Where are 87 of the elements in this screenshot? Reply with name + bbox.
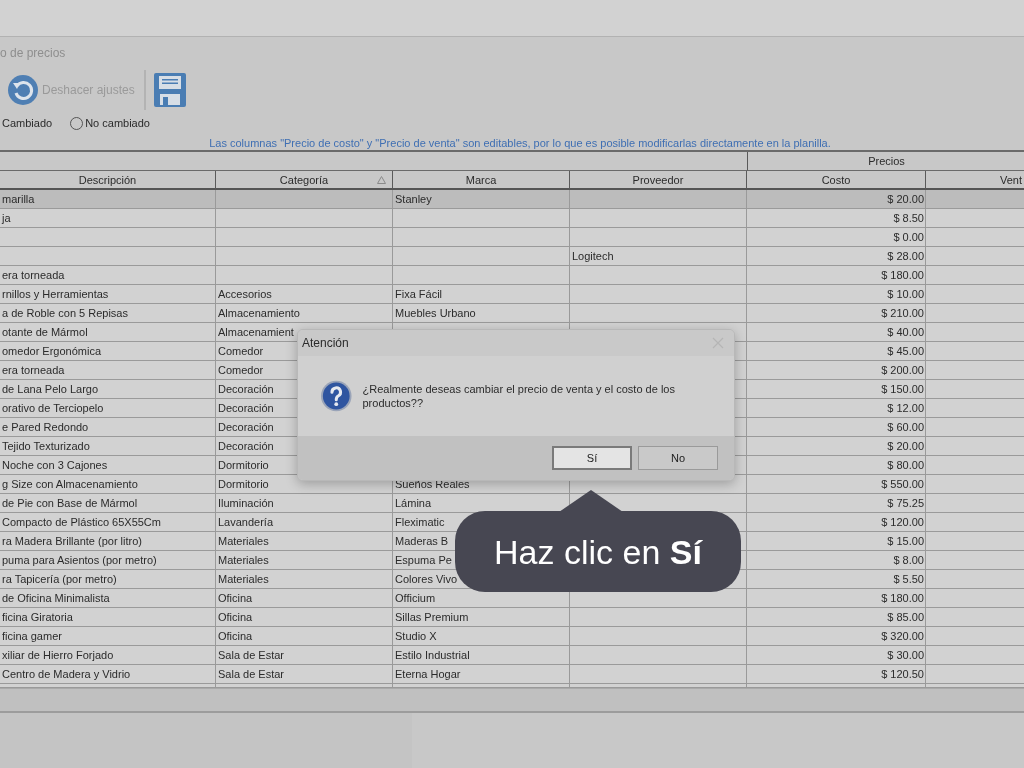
table-cell: Materiales [218, 573, 269, 585]
table-cell: g Size con Almacenamiento [2, 478, 138, 490]
table-cell: ra Madera Brillante (por litro) [2, 535, 142, 547]
table-cell: $ 12.00 [887, 402, 924, 414]
table-cell: $ 20.00 [887, 440, 924, 452]
table-cell: $ 45.00 [887, 345, 924, 357]
table-cell: $ 120.50 [881, 668, 924, 680]
table-cell: Lavandería [218, 516, 274, 528]
table-cell: Materiales [218, 535, 269, 547]
table-cell: Decoración [218, 383, 274, 395]
table-cell: $ 28.00 [887, 250, 924, 262]
table-cell: Lámina [395, 497, 432, 509]
table-cell: $ 8.50 [893, 212, 924, 224]
table-cell: Comedor [218, 345, 264, 357]
table-cell: Oficina [218, 592, 253, 604]
table-cell: Decoración [218, 402, 274, 414]
table-cell: $ 60.00 [887, 421, 924, 433]
table-cell: omedor Ergonómica [2, 345, 102, 357]
table-cell: $ 20.00 [887, 193, 924, 205]
table-cell: Compacto de Plástico 65X55Cm [2, 516, 161, 528]
table-cell: ficina gamer [2, 630, 62, 642]
table-cell: $ 200.00 [881, 364, 924, 376]
table-cell: $ 10.00 [887, 288, 924, 300]
table-cell: Colores Vivo [395, 573, 458, 585]
table-cell: $ 550.00 [881, 478, 924, 490]
table-cell: $ 180.00 [881, 269, 924, 281]
table-cell: Centro de Madera y Vidrio [2, 668, 131, 680]
table-cell: Materiales [218, 554, 269, 566]
table-cell: Sillas Premium [395, 611, 469, 623]
table-cell: ra Tapicería (por metro) [2, 573, 117, 585]
table-cell: $ 80.00 [887, 459, 924, 471]
table-cell: Accesorios [218, 288, 272, 300]
column-group-header: Precios [747, 152, 1024, 171]
table-cell: Oficina [218, 630, 253, 642]
table-cell: de Lana Pelo Largo [2, 383, 99, 395]
table-cell: $ 85.00 [887, 611, 924, 623]
window-title: o de precios [0, 45, 67, 62]
table-cell: $ 180.00 [881, 592, 924, 604]
table-cell: $ 8.00 [893, 554, 924, 566]
table-cell: puma para Asientos (por metro) [2, 554, 157, 566]
table-cell: Muebles Urbano [395, 307, 476, 319]
table-cell: $ 120.00 [881, 516, 924, 528]
table-cell: Officium [395, 592, 436, 604]
table-cell: $ 150.00 [881, 383, 924, 395]
table-cell: $ 5.50 [893, 573, 924, 585]
table-cell: a de Roble con 5 Repisas [2, 307, 128, 319]
table-cell: $ 15.00 [887, 535, 924, 547]
table-cell: rnillos y Herramientas [2, 288, 109, 300]
table-cell: era torneada [2, 364, 65, 376]
table-cell: $ 30.00 [887, 649, 924, 661]
table-cell: de Pie con Base de Mármol [2, 497, 138, 509]
table-cell: orativo de Terciopelo [2, 402, 104, 414]
table-cell: Decoración [218, 421, 274, 433]
table-cell: $ 0.00 [893, 231, 924, 243]
table-cell: Almacenamiento [218, 307, 300, 319]
table-cell: Fixa Fácil [395, 288, 443, 300]
table-cell: Noche con 3 Cajones [2, 459, 108, 471]
table-cell: e Pared Redondo [2, 421, 89, 433]
table-cell: Logitech [572, 250, 614, 262]
table-cell: Comedor [218, 364, 264, 376]
table-cell: Dormitorio [218, 459, 269, 471]
table-cell: Sala de Estar [218, 668, 285, 680]
table-cell: Almacenamient [218, 326, 294, 338]
table-cell: era torneada [2, 269, 65, 281]
table-cell: Stanley [395, 193, 432, 205]
table-cell: Sala de Estar [218, 649, 285, 661]
table-cell: Iluminación [218, 497, 274, 509]
table-cell: Decoración [218, 440, 274, 452]
table-cell: ja [2, 212, 11, 224]
table-cell: Eterna Hogar [395, 668, 461, 680]
table-cell: Fleximatic [395, 516, 445, 528]
table-cell: marilla [2, 193, 35, 205]
table-cell: Dormitorio [218, 478, 269, 490]
table-cell: Espuma Pe [395, 554, 452, 566]
table-cell: Oficina [218, 611, 253, 623]
table-cell: $ 210.00 [881, 307, 924, 319]
table-cell: Maderas B [395, 535, 449, 547]
table-cell: Estilo Industrial [395, 649, 470, 661]
table-cell: ficina Giratoria [2, 611, 73, 623]
table-cell: $ 40.00 [887, 326, 924, 338]
table-cell: otante de Mármol [2, 326, 88, 338]
table-cell: $ 320.00 [881, 630, 924, 642]
table-cell: de Oficina Minimalista [2, 592, 110, 604]
table-cell: $ 75.25 [887, 497, 924, 509]
table-cell: Tejido Texturizado [2, 440, 90, 452]
table-cell: Studio X [395, 630, 437, 642]
table-cell: xiliar de Hierro Forjado [2, 649, 114, 661]
